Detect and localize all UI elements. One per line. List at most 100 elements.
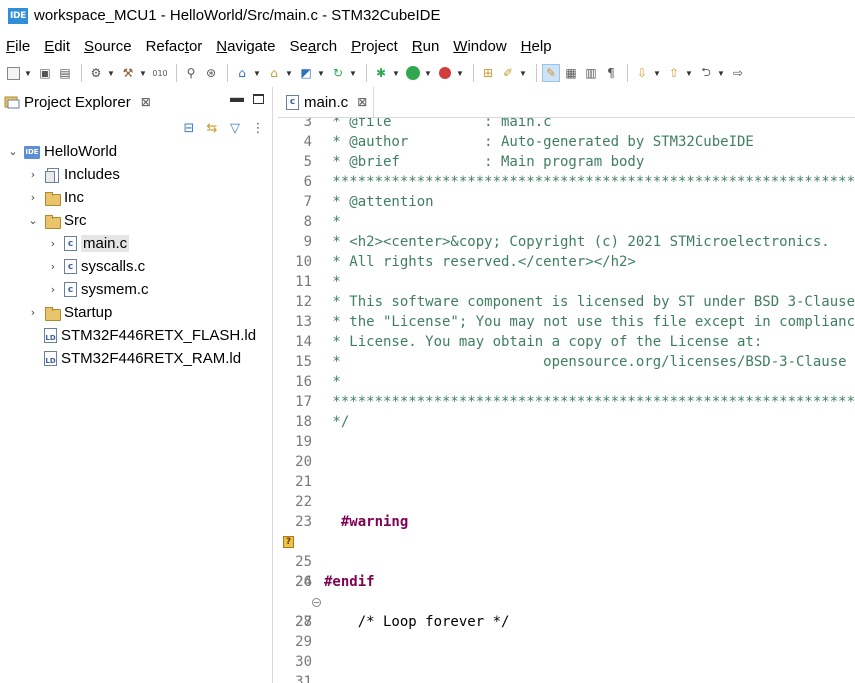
chevron-right-icon[interactable]: › — [46, 283, 60, 296]
chevron-right-icon[interactable]: › — [46, 260, 60, 273]
open-task-icon[interactable]: ✐ — [499, 64, 517, 82]
tree-item-includes[interactable]: › Includes — [0, 163, 273, 186]
refresh-dropdown-icon[interactable]: ▼ — [349, 64, 357, 82]
run-icon[interactable] — [404, 64, 422, 82]
code-line: 7 * @attention — [303, 194, 434, 210]
menu-search[interactable]: Search — [290, 38, 338, 55]
code-line: 27 − — [295, 598, 321, 630]
tree-item-syscalls-c[interactable]: › c syscalls.c — [0, 255, 273, 278]
menu-bar: File Edit Source Refactor Navigate Searc… — [0, 33, 855, 59]
tree-item-label: Src — [64, 212, 87, 229]
project-explorer-icon — [4, 95, 20, 109]
show-whitespace-icon[interactable]: ¶ — [602, 64, 620, 82]
tree-item-sysmem-c[interactable]: › c sysmem.c — [0, 278, 273, 301]
new-dropdown-icon[interactable]: ▼ — [24, 64, 32, 82]
forward-icon[interactable]: ⇨ — [729, 64, 747, 82]
build-settings-icon[interactable]: ⚙ — [87, 64, 105, 82]
debug-bug-icon[interactable]: ✱ — [372, 64, 390, 82]
window-title: workspace_MCU1 - HelloWorld/Src/main.c -… — [34, 7, 441, 24]
target-icon[interactable]: ⊛ — [202, 64, 220, 82]
project-explorer-tab[interactable]: Project Explorer ⊠ ▬ — [0, 87, 273, 117]
menu-edit[interactable]: Edit — [44, 38, 70, 55]
open-task-dropdown-icon[interactable]: ▼ — [519, 64, 527, 82]
chevron-down-icon[interactable]: ⌄ — [26, 214, 40, 227]
external-tools-icon[interactable] — [436, 64, 454, 82]
chevron-right-icon[interactable]: › — [46, 237, 60, 250]
new-project-dropdown-icon[interactable]: ▼ — [253, 64, 261, 82]
open-folder-icon[interactable]: ⌂ — [265, 64, 283, 82]
menu-window[interactable]: Window — [453, 38, 506, 55]
tree-item-main-c[interactable]: › c main.c — [0, 232, 273, 255]
previous-annotation-dropdown-icon[interactable]: ▼ — [685, 64, 693, 82]
menu-run[interactable]: Run — [412, 38, 440, 55]
link-with-editor-icon[interactable]: ⇆ — [203, 119, 221, 137]
tree-item-flash-ld[interactable]: LD STM32F446RETX_FLASH.ld — [0, 324, 273, 347]
minimize-icon[interactable]: ▬ — [230, 89, 244, 105]
save-icon[interactable]: ▣ — [36, 64, 54, 82]
code-line: 20 — [295, 454, 312, 470]
code-line: 8 * — [303, 214, 341, 230]
save-all-icon[interactable]: ▤ — [56, 64, 74, 82]
chevron-right-icon[interactable]: › — [26, 168, 40, 181]
build-settings-dropdown-icon[interactable]: ▼ — [107, 64, 115, 82]
chevron-down-icon[interactable]: ⌄ — [6, 145, 20, 158]
build-dropdown-icon[interactable]: ▼ — [139, 64, 147, 82]
title-bar: IDE workspace_MCU1 - HelloWorld/Src/main… — [0, 0, 855, 31]
fold-collapse-icon[interactable]: − — [312, 598, 321, 607]
back-dropdown-icon[interactable]: ▼ — [717, 64, 725, 82]
maximize-icon[interactable] — [253, 94, 264, 104]
run-dropdown-icon[interactable]: ▼ — [424, 64, 432, 82]
tree-item-inc[interactable]: › Inc — [0, 186, 273, 209]
c-file-icon: c — [64, 259, 77, 274]
next-annotation-dropdown-icon[interactable]: ▼ — [653, 64, 661, 82]
toolbar-separator — [176, 64, 177, 82]
tree-item-src[interactable]: ⌄ Src — [0, 209, 273, 232]
debug-dropdown-icon[interactable]: ▼ — [392, 64, 400, 82]
build-hammer-icon[interactable]: ⚒ — [119, 64, 137, 82]
view-menu-icon[interactable]: ⋮ — [249, 119, 267, 137]
tree-item-project[interactable]: ⌄ IDE HelloWorld — [0, 140, 273, 163]
collapse-all-icon[interactable]: ⊟ — [180, 119, 198, 137]
refresh-icon[interactable]: ↻ — [329, 64, 347, 82]
tree-item-label: Startup — [64, 304, 113, 321]
menu-project[interactable]: Project — [351, 38, 398, 55]
new-class-dropdown-icon[interactable]: ▼ — [317, 64, 325, 82]
external-tools-dropdown-icon[interactable]: ▼ — [456, 64, 464, 82]
editor-tab-main-c[interactable]: c main.c ⊠ — [278, 87, 374, 117]
binary-icon[interactable]: 010 — [151, 64, 169, 82]
chevron-right-icon[interactable]: › — [26, 306, 40, 319]
close-icon[interactable]: ⊠ — [357, 95, 367, 109]
filter-icon[interactable]: ▽ — [226, 119, 244, 137]
new-project-icon[interactable]: ⌂ — [233, 64, 251, 82]
tree-item-label: main.c — [81, 235, 130, 252]
new-class-icon[interactable]: ◩ — [297, 64, 315, 82]
toggle-highlight-icon[interactable]: ▦ — [562, 64, 580, 82]
previous-annotation-icon[interactable]: ⇧ — [665, 64, 683, 82]
menu-refactor[interactable]: Refactor — [146, 38, 203, 55]
tree-item-label: HelloWorld — [44, 143, 118, 160]
menu-help[interactable]: Help — [521, 38, 552, 55]
toggle-block-icon[interactable]: ▥ — [582, 64, 600, 82]
menu-file[interactable]: File — [6, 38, 30, 55]
tree-item-ram-ld[interactable]: LD STM32F446RETX_RAM.ld — [0, 347, 273, 370]
chevron-right-icon[interactable]: › — [26, 191, 40, 204]
debug-config-icon[interactable]: ⚲ — [182, 64, 200, 82]
tree-item-startup[interactable]: › Startup — [0, 301, 273, 324]
code-line: 14 * License. You may obtain a copy of t… — [295, 334, 763, 350]
editor-tab-label: main.c — [304, 93, 349, 111]
menu-source[interactable]: Source — [84, 38, 132, 55]
menu-navigate[interactable]: Navigate — [216, 38, 275, 55]
warning-marker-icon[interactable]: ? — [283, 536, 294, 548]
next-annotation-icon[interactable]: ⇩ — [633, 64, 651, 82]
toggle-mark-occurrences-icon[interactable]: ✎ — [542, 64, 560, 82]
open-folder-dropdown-icon[interactable]: ▼ — [285, 64, 293, 82]
project-tree: ⌄ IDE HelloWorld › Includes › Inc ⌄ Src … — [0, 140, 273, 370]
code-line: 17 *************************************… — [295, 394, 855, 410]
code-area[interactable]: 3 * @file : main.c 4 * @author : Auto-ge… — [278, 118, 855, 683]
new-file-icon[interactable] — [4, 64, 22, 82]
open-type-icon[interactable]: ⊞ — [479, 64, 497, 82]
code-line: 9 * <h2><center>&copy; Copyright (c) 202… — [303, 234, 830, 250]
close-icon[interactable]: ⊠ — [141, 95, 151, 109]
back-icon[interactable]: ⮌ — [697, 64, 715, 82]
code-line: 28 /* Loop forever */ — [295, 614, 510, 630]
